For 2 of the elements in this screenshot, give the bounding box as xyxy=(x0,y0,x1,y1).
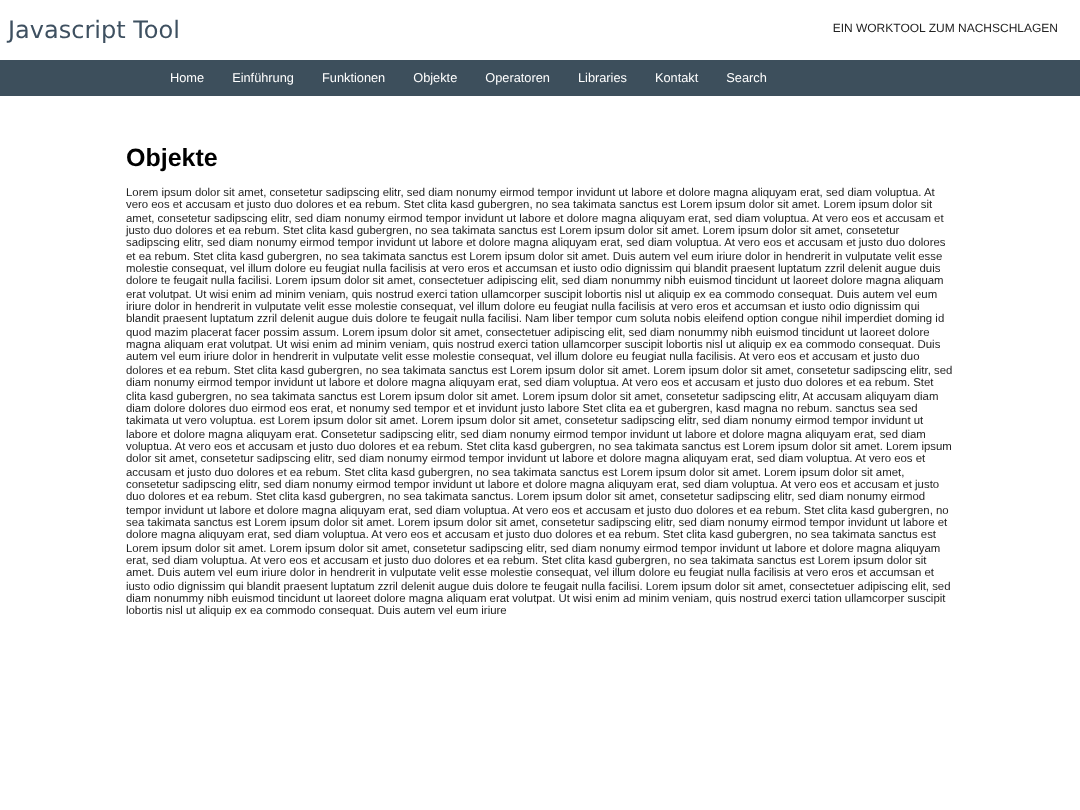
page-heading: Objekte xyxy=(126,144,220,172)
site-title: Javascript Tool xyxy=(8,16,180,44)
